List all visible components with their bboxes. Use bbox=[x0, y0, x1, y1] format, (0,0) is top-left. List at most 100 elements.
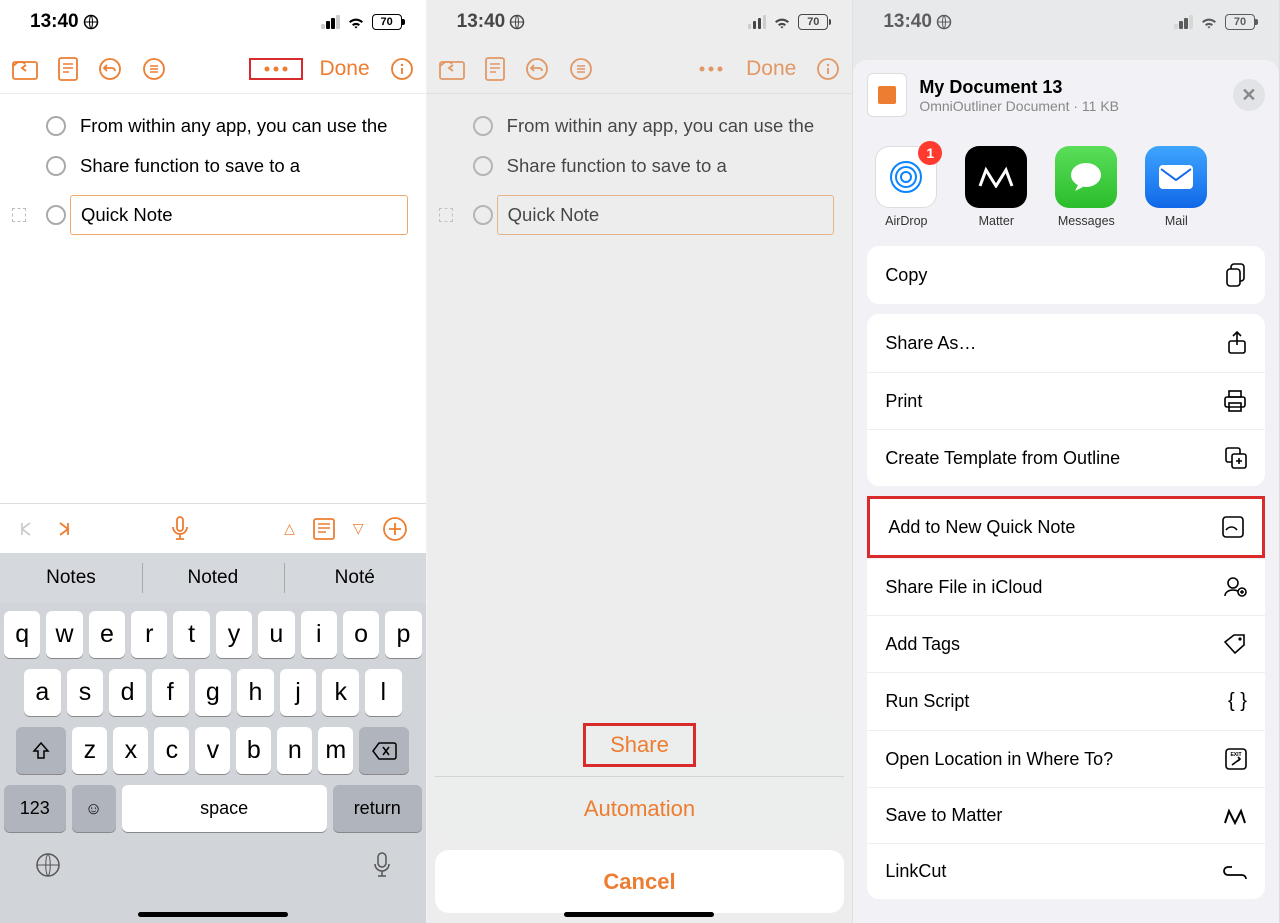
folder-back-icon[interactable] bbox=[12, 58, 38, 80]
share-action[interactable]: Share bbox=[435, 714, 845, 777]
undo-icon[interactable] bbox=[525, 57, 549, 81]
suggestion[interactable]: Noted bbox=[142, 553, 284, 603]
key-r[interactable]: r bbox=[131, 611, 167, 658]
key-y[interactable]: y bbox=[216, 611, 252, 658]
add-tags-action[interactable]: Add Tags bbox=[867, 615, 1265, 672]
share-apps-row[interactable]: 1 AirDrop Matter Messages Mail bbox=[853, 130, 1279, 238]
share-as-action[interactable]: Share As… bbox=[867, 314, 1265, 372]
linkcut-action[interactable]: LinkCut bbox=[867, 843, 1265, 899]
more-icon[interactable] bbox=[249, 58, 303, 80]
drag-handle-icon bbox=[439, 208, 453, 222]
bullet-icon[interactable] bbox=[46, 156, 66, 176]
backspace-key[interactable] bbox=[359, 727, 409, 774]
key-o[interactable]: o bbox=[343, 611, 379, 658]
info-icon[interactable] bbox=[816, 57, 840, 81]
keyboard[interactable]: qwertyuiop asdfghjkl zxcvbnm 123 ☺ space… bbox=[0, 603, 426, 923]
outline-icon[interactable] bbox=[569, 57, 593, 81]
key-h[interactable]: h bbox=[237, 669, 274, 716]
dictation-icon[interactable] bbox=[171, 516, 189, 542]
airdrop-icon bbox=[887, 158, 925, 196]
move-up-icon[interactable]: △ bbox=[284, 520, 295, 537]
info-icon[interactable] bbox=[390, 57, 414, 81]
space-key[interactable]: space bbox=[122, 785, 327, 832]
indent-icon[interactable] bbox=[56, 520, 76, 538]
numeric-key[interactable]: 123 bbox=[4, 785, 66, 832]
done-button[interactable]: Done bbox=[319, 57, 369, 81]
key-t[interactable]: t bbox=[173, 611, 209, 658]
action-group: Add to New Quick Note Share File in iClo… bbox=[867, 496, 1265, 899]
key-n[interactable]: n bbox=[277, 727, 312, 774]
key-j[interactable]: j bbox=[280, 669, 317, 716]
automation-action[interactable]: Automation bbox=[435, 777, 845, 840]
key-k[interactable]: k bbox=[322, 669, 359, 716]
mic-key[interactable] bbox=[372, 851, 392, 879]
home-indicator[interactable] bbox=[138, 912, 288, 917]
wifi-icon bbox=[346, 15, 366, 30]
outline-row[interactable]: Share function to save to a bbox=[0, 146, 426, 186]
create-template-action[interactable]: Create Template from Outline bbox=[867, 429, 1265, 486]
cellular-icon bbox=[748, 15, 767, 29]
action-group: Copy bbox=[867, 246, 1265, 304]
folder-back-icon[interactable] bbox=[439, 58, 465, 80]
quick-note-action[interactable]: Add to New Quick Note bbox=[867, 496, 1265, 558]
key-w[interactable]: w bbox=[46, 611, 82, 658]
close-button[interactable]: ✕ bbox=[1233, 79, 1265, 111]
print-action[interactable]: Print bbox=[867, 372, 1265, 429]
done-button[interactable]: Done bbox=[746, 57, 796, 81]
share-app-messages[interactable]: Messages bbox=[1055, 146, 1117, 228]
save-matter-action[interactable]: Save to Matter bbox=[867, 787, 1265, 843]
key-f[interactable]: f bbox=[152, 669, 189, 716]
outline-row[interactable]: From within any app, you can use the bbox=[0, 106, 426, 146]
share-app-matter[interactable]: Matter bbox=[965, 146, 1027, 228]
share-app-mail[interactable]: Mail bbox=[1145, 146, 1207, 228]
keyboard-suggestions: Notes Noted Noté bbox=[0, 553, 426, 603]
more-icon[interactable] bbox=[696, 64, 726, 74]
shift-key[interactable] bbox=[16, 727, 66, 774]
outline-row: Share function to save to a bbox=[427, 146, 853, 186]
cellular-icon bbox=[321, 15, 340, 29]
suggestion[interactable]: Noté bbox=[284, 553, 426, 603]
outline-row-active: Quick Note bbox=[427, 186, 853, 244]
outline-row-active[interactable]: Quick Note bbox=[0, 186, 426, 244]
where-to-action[interactable]: Open Location in Where To?EXIT bbox=[867, 730, 1265, 787]
copy-action[interactable]: Copy bbox=[867, 246, 1265, 304]
key-v[interactable]: v bbox=[195, 727, 230, 774]
key-p[interactable]: p bbox=[385, 611, 421, 658]
key-g[interactable]: g bbox=[195, 669, 232, 716]
wifi-icon bbox=[772, 15, 792, 30]
key-l[interactable]: l bbox=[365, 669, 402, 716]
emoji-key[interactable]: ☺ bbox=[72, 785, 116, 832]
share-icloud-action[interactable]: Share File in iCloud bbox=[867, 558, 1265, 615]
undo-icon[interactable] bbox=[98, 57, 122, 81]
status-bar: 13:40 70 bbox=[0, 0, 426, 44]
key-e[interactable]: e bbox=[89, 611, 125, 658]
cancel-action[interactable]: Cancel bbox=[435, 850, 845, 913]
document-icon[interactable] bbox=[58, 57, 78, 81]
key-x[interactable]: x bbox=[113, 727, 148, 774]
bullet-icon[interactable] bbox=[46, 205, 66, 225]
run-script-action[interactable]: Run Script{ } bbox=[867, 672, 1265, 730]
return-key[interactable]: return bbox=[333, 785, 422, 832]
share-app-airdrop[interactable]: 1 AirDrop bbox=[875, 146, 937, 228]
bullet-icon[interactable] bbox=[46, 116, 66, 136]
globe-key[interactable] bbox=[34, 851, 62, 879]
document-icon[interactable] bbox=[485, 57, 505, 81]
key-b[interactable]: b bbox=[236, 727, 271, 774]
key-u[interactable]: u bbox=[258, 611, 294, 658]
drag-handle-icon[interactable] bbox=[12, 208, 26, 222]
note-icon[interactable] bbox=[313, 518, 335, 540]
add-circle-icon[interactable] bbox=[382, 516, 408, 542]
home-indicator[interactable] bbox=[564, 912, 714, 917]
toolbar: Done bbox=[0, 44, 426, 94]
key-a[interactable]: a bbox=[24, 669, 61, 716]
key-c[interactable]: c bbox=[154, 727, 189, 774]
key-d[interactable]: d bbox=[109, 669, 146, 716]
key-i[interactable]: i bbox=[301, 611, 337, 658]
move-down-icon[interactable]: ▽ bbox=[353, 520, 364, 537]
key-s[interactable]: s bbox=[67, 669, 104, 716]
key-q[interactable]: q bbox=[4, 611, 40, 658]
outline-icon[interactable] bbox=[142, 57, 166, 81]
suggestion[interactable]: Notes bbox=[0, 553, 142, 603]
key-z[interactable]: z bbox=[72, 727, 107, 774]
key-m[interactable]: m bbox=[318, 727, 353, 774]
